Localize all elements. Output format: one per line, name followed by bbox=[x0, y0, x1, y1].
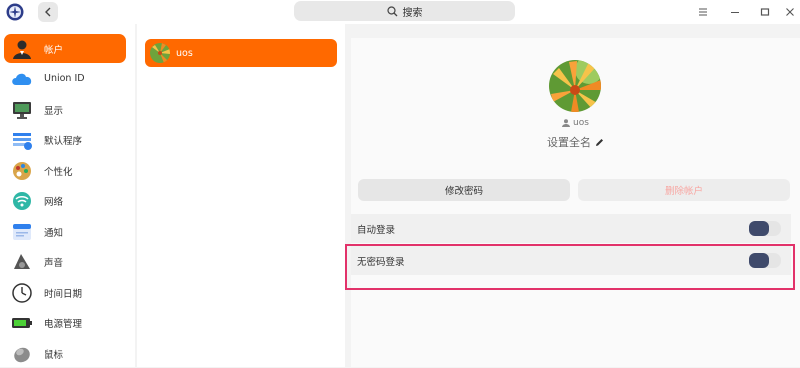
sidebar-item-label: 显示 bbox=[44, 105, 64, 117]
sidebar-item-label: 声音 bbox=[44, 257, 64, 269]
close-icon bbox=[786, 8, 794, 16]
account-icon bbox=[10, 37, 34, 61]
minimize-button[interactable] bbox=[727, 4, 743, 20]
delete-account-button[interactable]: 删除帐户 bbox=[578, 179, 790, 201]
avatar bbox=[150, 43, 170, 63]
display-icon bbox=[10, 98, 34, 122]
menu-icon bbox=[699, 8, 707, 16]
close-button[interactable] bbox=[782, 4, 798, 20]
title-bar: 搜索 bbox=[0, 0, 800, 24]
notification-icon bbox=[10, 220, 34, 244]
account-list-item[interactable]: uos bbox=[145, 39, 337, 67]
sidebar-item-sound[interactable]: 声音 bbox=[4, 247, 126, 276]
chevron-left-icon bbox=[45, 7, 51, 17]
sidebar-item-display[interactable]: 显示 bbox=[4, 95, 126, 124]
battery-icon bbox=[10, 311, 34, 335]
sidebar-item-label: 默认程序 bbox=[44, 135, 83, 147]
fullname-field[interactable]: 设置全名 bbox=[351, 134, 800, 150]
sidebar-item-power[interactable]: 电源管理 bbox=[4, 308, 126, 337]
sound-icon bbox=[10, 250, 34, 274]
toggle-knob bbox=[749, 221, 769, 236]
cloud-icon bbox=[10, 67, 34, 91]
menu-button[interactable] bbox=[695, 4, 711, 20]
fullname-placeholder: 设置全名 bbox=[547, 136, 591, 149]
mouse-icon bbox=[10, 342, 34, 366]
sidebar-item-label: 电源管理 bbox=[44, 318, 83, 330]
sidebar-item-label: Union ID bbox=[44, 73, 85, 84]
sidebar-item-label: 时间日期 bbox=[44, 288, 83, 300]
sidebar-item-union-id[interactable]: Union ID bbox=[4, 64, 126, 93]
sidebar-item-label: 鼠标 bbox=[44, 349, 64, 361]
edit-pencil-icon[interactable] bbox=[595, 138, 604, 147]
sidebar-item-notification[interactable]: 通知 bbox=[4, 217, 126, 246]
search-input[interactable]: 搜索 bbox=[294, 1, 515, 21]
auto-login-label: 自动登录 bbox=[357, 224, 396, 236]
sidebar-item-label: 通知 bbox=[44, 227, 64, 239]
sidebar-item-label: 帐户 bbox=[44, 44, 64, 56]
default-apps-icon bbox=[10, 128, 34, 152]
sidebar-item-default-apps[interactable]: 默认程序 bbox=[4, 125, 126, 154]
settings-sidebar: 帐户 Union ID 显示 默认程序 个性化 网络 通知 声音 时间日期 电源… bbox=[0, 24, 135, 367]
sidebar-item-label: 网络 bbox=[44, 196, 64, 208]
back-button[interactable] bbox=[38, 2, 58, 22]
auto-login-toggle[interactable] bbox=[749, 221, 781, 236]
highlight-box bbox=[345, 244, 795, 290]
network-icon bbox=[10, 189, 34, 213]
account-list: uos bbox=[137, 24, 345, 367]
account-detail-panel: uos 设置全名 修改密码 删除帐户 自动登录 无密码登录 bbox=[351, 38, 800, 367]
change-password-button[interactable]: 修改密码 bbox=[358, 179, 570, 201]
account-name: uos bbox=[176, 47, 193, 59]
username-text: uos bbox=[573, 118, 589, 128]
personalization-icon bbox=[10, 159, 34, 183]
sidebar-item-datetime[interactable]: 时间日期 bbox=[4, 278, 126, 307]
app-logo-icon bbox=[6, 3, 24, 21]
sidebar-item-personalization[interactable]: 个性化 bbox=[4, 156, 126, 185]
minimize-icon bbox=[731, 12, 739, 13]
search-placeholder: 搜索 bbox=[402, 7, 423, 19]
auto-login-row: 自动登录 bbox=[351, 214, 791, 243]
sidebar-item-network[interactable]: 网络 bbox=[4, 186, 126, 215]
avatar[interactable] bbox=[549, 60, 601, 112]
sidebar-item-account[interactable]: 帐户 bbox=[4, 34, 126, 63]
sidebar-item-mouse[interactable]: 鼠标 bbox=[4, 339, 126, 368]
sidebar-item-label: 个性化 bbox=[44, 166, 73, 178]
user-icon bbox=[562, 119, 571, 127]
maximize-icon bbox=[760, 8, 770, 16]
search-icon bbox=[386, 5, 397, 16]
maximize-button[interactable] bbox=[757, 4, 773, 20]
username-label: uos bbox=[351, 118, 800, 128]
clock-icon bbox=[10, 281, 34, 305]
